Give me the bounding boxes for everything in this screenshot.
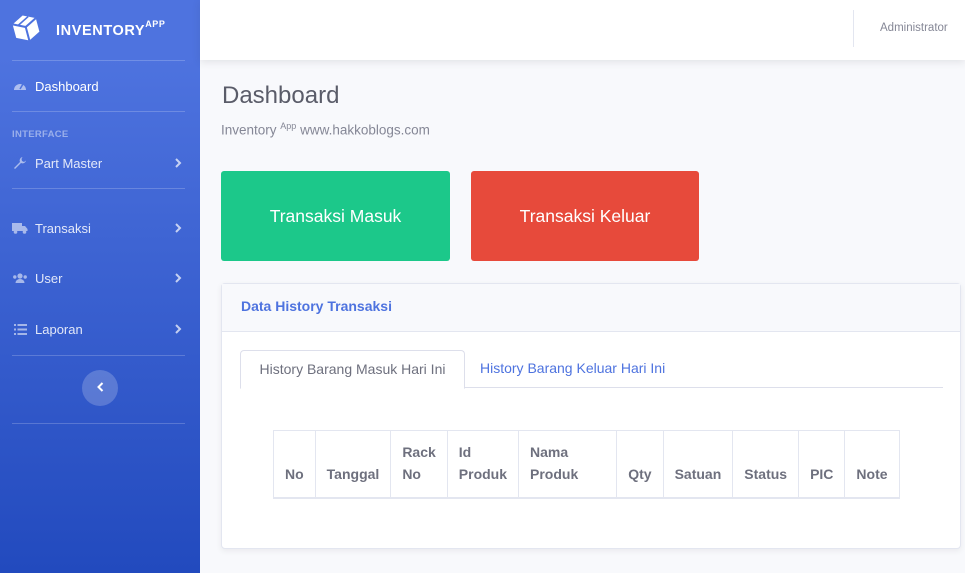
column-header-id-produk[interactable]: Id Produk xyxy=(446,430,520,499)
tachometer-icon xyxy=(12,79,28,93)
sidebar-item-transaksi[interactable]: Transaksi xyxy=(0,203,200,253)
sidebar: INVENTORYAPP Dashboard INTERFACE Part Ma… xyxy=(0,0,200,573)
sidebar-toggle-wrap xyxy=(0,356,200,423)
sidebar-toggle-button[interactable] xyxy=(82,370,118,406)
sidebar-item-user[interactable]: User xyxy=(0,253,200,303)
brand-name: INVENTORYAPP xyxy=(56,19,166,39)
column-header-nama-produk[interactable]: Nama Produk xyxy=(518,430,618,499)
topbar-divider xyxy=(853,10,854,47)
chevron-right-icon xyxy=(175,322,182,337)
sidebar-divider xyxy=(12,423,185,424)
topbar: Administrator xyxy=(200,0,965,60)
column-header-note[interactable]: Note xyxy=(844,430,900,499)
column-header-rack-no[interactable]: Rack No xyxy=(390,430,448,499)
history-table: No Tanggal Rack No Id Produk Nama Produk Qt… xyxy=(273,430,900,499)
column-header-tanggal[interactable]: Tanggal xyxy=(314,430,392,499)
sidebar-item-label: User xyxy=(35,270,63,286)
page-subtitle: Inventory App www.hakkoblogs.com xyxy=(221,121,430,138)
chevron-left-icon xyxy=(96,379,104,397)
page-title: Dashboard xyxy=(222,82,340,109)
tab-barang-masuk[interactable]: History Barang Masuk Hari Ini xyxy=(240,350,465,389)
card-title: Data History Transaksi xyxy=(222,284,960,332)
sidebar-heading: INTERFACE xyxy=(12,129,69,140)
history-card: Data History Transaksi History Barang Ma… xyxy=(221,283,961,549)
column-header-satuan[interactable]: Satuan xyxy=(662,430,734,499)
chevron-right-icon xyxy=(175,221,182,236)
column-header-no[interactable]: No xyxy=(273,430,316,499)
history-tabs: History Barang Masuk Hari Ini History Ba… xyxy=(240,350,943,389)
list-icon xyxy=(12,322,28,336)
sidebar-item-label: Laporan xyxy=(35,321,83,337)
box-icon xyxy=(10,12,42,49)
transaksi-masuk-button[interactable]: Transaksi Masuk xyxy=(221,171,450,261)
sidebar-item-label: Dashboard xyxy=(35,78,99,94)
chevron-right-icon xyxy=(175,156,182,171)
sidebar-item-laporan[interactable]: Laporan xyxy=(0,303,200,355)
chevron-right-icon xyxy=(175,271,182,286)
sidebar-item-label: Part Master xyxy=(35,155,103,171)
column-header-status[interactable]: Status xyxy=(732,430,800,499)
sidebar-item-label: Transaksi xyxy=(35,220,91,236)
brand[interactable]: INVENTORYAPP xyxy=(0,0,200,60)
user-menu[interactable]: Administrator xyxy=(880,22,948,34)
users-icon xyxy=(12,271,28,285)
sidebar-item-dashboard[interactable]: Dashboard xyxy=(0,61,200,111)
tab-barang-keluar[interactable]: History Barang Keluar Hari Ini xyxy=(480,350,665,388)
wrench-icon xyxy=(12,156,28,170)
column-header-qty[interactable]: Qty xyxy=(616,430,664,499)
table-header-row: No Tanggal Rack No Id Produk Nama Produk Qt… xyxy=(273,430,900,499)
truck-icon xyxy=(12,221,28,235)
sidebar-item-part-master[interactable]: Part Master xyxy=(0,142,200,184)
column-header-pic[interactable]: PIC xyxy=(798,430,846,499)
transaksi-keluar-button[interactable]: Transaksi Keluar xyxy=(471,171,699,261)
